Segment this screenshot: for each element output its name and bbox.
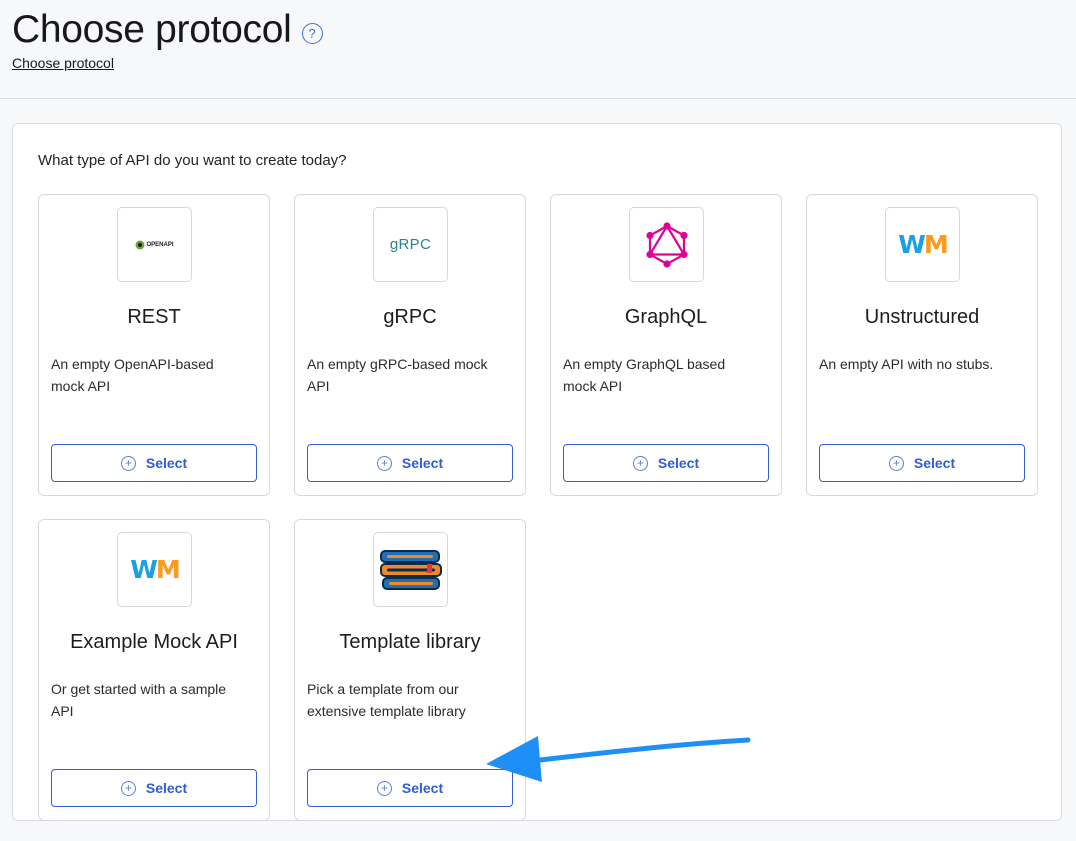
select-rest-button[interactable]: + Select (51, 444, 257, 482)
openapi-logo-text: OPENAPI (146, 241, 174, 248)
plus-circle-icon: + (120, 455, 136, 471)
graphql-icon (645, 221, 688, 268)
wiremock-logo-text: WM (898, 230, 948, 259)
page-title: Choose protocol (12, 8, 292, 51)
wiremock-logo-text: WM (130, 555, 180, 584)
card-title: Example Mock API (70, 631, 238, 653)
select-example-mock-api-button[interactable]: + Select (51, 769, 257, 807)
card-grpc: gRPC gRPC An empty gRPC-based mock API +… (294, 194, 526, 496)
protocol-panel: What type of API do you want to create t… (12, 123, 1062, 821)
card-description: Or get started with a sample API (51, 681, 227, 719)
select-label: Select (401, 780, 444, 796)
page-header: Choose protocol ? Choose protocol (0, 0, 1076, 99)
books-logo (373, 532, 448, 607)
openapi-logo: OPENAPI (117, 207, 192, 282)
card-title: GraphQL (624, 306, 708, 328)
select-label: Select (401, 455, 444, 471)
card-title: Template library (339, 631, 481, 653)
wiremock-logo: WM (117, 532, 192, 607)
plus-circle-icon: + (632, 455, 648, 471)
plus-circle-icon: + (120, 780, 136, 796)
select-label: Select (145, 780, 188, 796)
breadcrumb[interactable]: Choose protocol (12, 55, 114, 71)
select-label: Select (657, 455, 700, 471)
plus-circle-icon: + (376, 780, 392, 796)
select-unstructured-button[interactable]: + Select (819, 444, 1025, 482)
graphql-logo (629, 207, 704, 282)
select-graphql-button[interactable]: + Select (563, 444, 769, 482)
plus-circle-icon: + (376, 455, 392, 471)
openapi-leaf-icon (135, 240, 145, 249)
card-unstructured: WM Unstructured An empty API with no stu… (806, 194, 1038, 496)
select-label: Select (913, 455, 956, 471)
card-description: An empty GraphQL based mock API (563, 356, 726, 394)
wiremock-logo: WM (885, 207, 960, 282)
card-example-mock-api: WM Example Mock API Or get started with … (38, 519, 270, 821)
help-icon[interactable]: ? (301, 22, 323, 44)
card-title: REST (127, 306, 181, 328)
card-title: gRPC (383, 306, 437, 328)
card-description: An empty OpenAPI-based mock API (51, 356, 214, 394)
card-description: Pick a template from our extensive templ… (307, 681, 466, 719)
card-description: An empty gRPC-based mock API (307, 356, 488, 394)
grpc-logo: gRPC (373, 207, 448, 282)
plus-circle-icon: + (888, 455, 904, 471)
card-rest: OPENAPI REST An empty OpenAPI-based mock… (38, 194, 270, 496)
card-graphql: GraphQL An empty GraphQL based mock API … (550, 194, 782, 496)
grpc-logo-text: gRPC (389, 236, 432, 253)
books-icon (379, 549, 442, 590)
annotation-arrow-icon (486, 736, 751, 782)
title-row: Choose protocol ? (12, 8, 323, 52)
card-title: Unstructured (864, 306, 980, 328)
card-description: An empty API with no stubs. (819, 356, 994, 372)
select-grpc-button[interactable]: + Select (307, 444, 513, 482)
select-label: Select (145, 455, 188, 471)
question-text: What type of API do you want to create t… (38, 152, 347, 169)
